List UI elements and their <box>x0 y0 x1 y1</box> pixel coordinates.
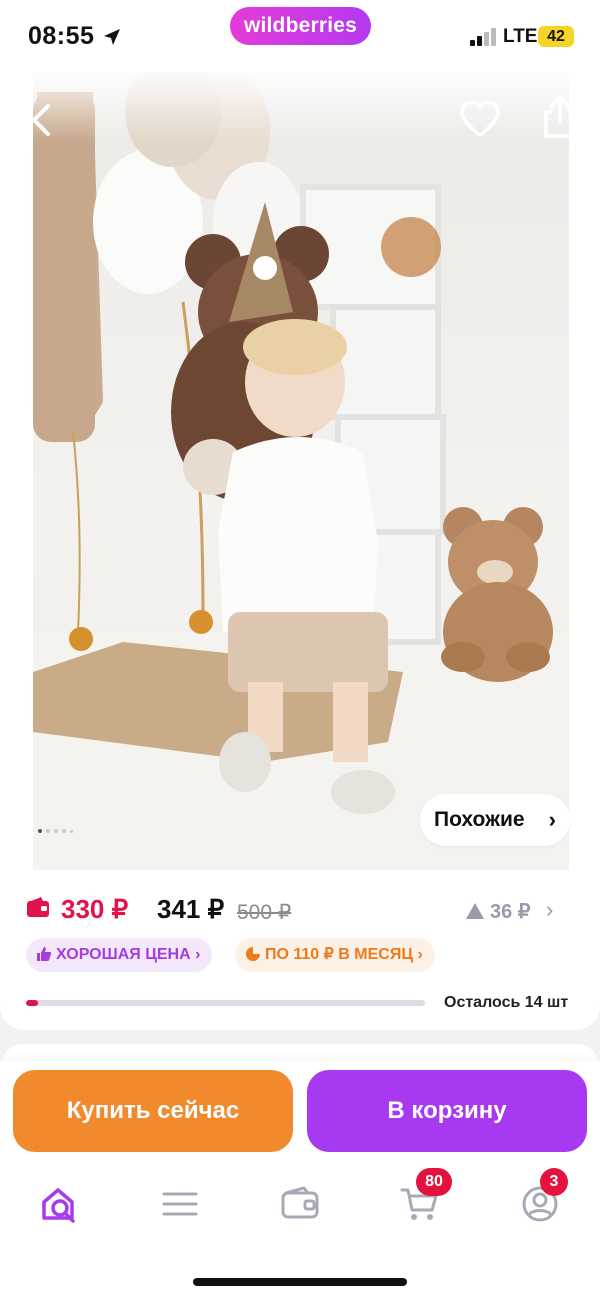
nav-home[interactable] <box>30 1174 90 1234</box>
chevron-right-icon: › <box>548 807 556 832</box>
wallet-icon <box>281 1186 319 1219</box>
similar-label: Похожие <box>434 808 525 831</box>
clock: 08:55 <box>28 22 95 50</box>
stock-progress-fill <box>26 1000 38 1006</box>
home-indicator[interactable] <box>193 1278 407 1286</box>
add-to-cart-button[interactable]: В корзину <box>307 1070 587 1152</box>
price-history[interactable]: 36 ₽ <box>466 899 531 924</box>
pie-chart-icon <box>246 947 260 961</box>
similar-button[interactable]: Похожие › <box>420 794 570 846</box>
brand-logo[interactable]: wildberries <box>230 7 371 45</box>
home-search-icon <box>42 1188 75 1223</box>
nav-catalog[interactable] <box>150 1174 210 1234</box>
pagination-dot <box>70 829 73 833</box>
old-price: 500 ₽ <box>237 901 292 924</box>
status-bar: 08:55 wildberries LTE 42 <box>0 0 600 72</box>
signal-icon <box>470 28 496 46</box>
catalog-icon <box>162 1192 198 1216</box>
price-change-value: 36 ₽ <box>490 901 531 923</box>
pagination-dot <box>38 829 42 833</box>
product-photo[interactable] <box>33 72 569 870</box>
triangle-up-icon <box>466 903 484 919</box>
product-gallery[interactable]: Похожие › <box>0 72 600 870</box>
nav-profile[interactable]: 3 <box>510 1168 570 1234</box>
gallery-pagination <box>38 829 73 833</box>
heart-icon[interactable] <box>458 98 502 142</box>
buy-now-button[interactable]: Купить сейчас <box>13 1070 293 1152</box>
chevron-right-icon[interactable]: › <box>546 897 553 923</box>
stock-progress <box>26 1000 425 1006</box>
product-page: 08:55 wildberries LTE 42 Похожие › 330 ₽… <box>0 0 600 1298</box>
pagination-dot <box>62 829 66 833</box>
product-photo-illustration <box>33 72 569 870</box>
share-icon[interactable] <box>540 94 580 140</box>
bottom-panel: Купить сейчас В корзину 80 3 <box>0 1062 600 1298</box>
bottom-nav: 80 3 <box>0 1168 600 1234</box>
good-price-badge[interactable]: ХОРОШАЯ ЦЕНА › <box>26 938 213 972</box>
location-arrow-icon <box>104 29 120 45</box>
battery-level: 42 <box>538 26 574 47</box>
network-type: LTE <box>503 26 538 47</box>
pagination-dot <box>46 829 50 833</box>
thumbs-up-icon <box>37 947 52 961</box>
back-icon[interactable] <box>22 100 62 140</box>
current-price: 341 ₽ <box>157 894 225 924</box>
nav-cart[interactable]: 80 <box>390 1168 452 1234</box>
stock-remaining: Осталось 14 шт <box>444 994 569 1011</box>
good-price-label: ХОРОШАЯ ЦЕНА <box>56 946 191 963</box>
cart-badge: 80 <box>416 1168 452 1196</box>
profile-badge: 3 <box>540 1168 568 1196</box>
installment-label: ПО 110 ₽ В МЕСЯЦ <box>265 946 414 963</box>
nav-wallet[interactable] <box>270 1174 330 1234</box>
pagination-dot <box>54 829 58 833</box>
wallet-icon <box>27 897 49 917</box>
price-card: 330 ₽ 341 ₽ 500 ₽ 36 ₽ › ХОРОШАЯ ЦЕНА › … <box>0 870 600 1030</box>
wallet-price: 330 ₽ <box>61 894 129 924</box>
installment-badge[interactable]: ПО 110 ₽ В МЕСЯЦ › <box>235 938 435 972</box>
